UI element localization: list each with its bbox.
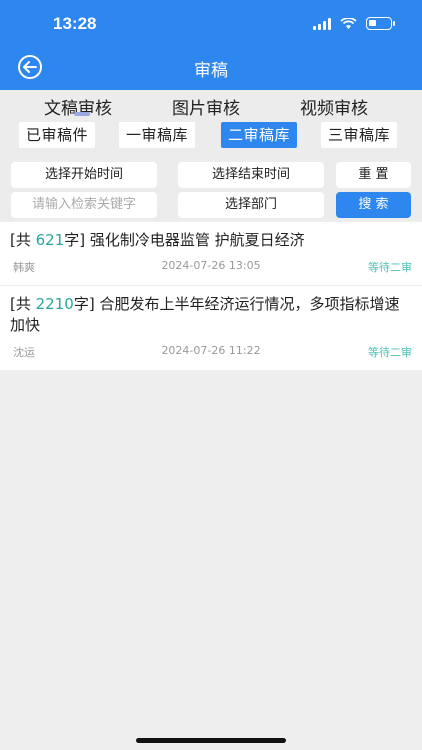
manuscript-list: [共 621字] 强化制冷电器监管 护航夏日经济 韩爽 2024-07-26 1… (0, 222, 422, 371)
status-badge: 等待二审 (368, 346, 412, 359)
tab-indicator (74, 112, 90, 116)
word-count: 2210 (35, 295, 74, 313)
word-count-suffix: 字] (64, 231, 90, 249)
battery-icon (366, 17, 395, 30)
status-time: 13:28 (53, 14, 97, 33)
tab-image-review[interactable]: 图片审核 (172, 94, 240, 119)
tab-video-review[interactable]: 视频审核 (300, 94, 368, 119)
battery-fill (369, 20, 376, 26)
date: 2024-07-26 11:22 (161, 344, 261, 357)
word-count-prefix: [共 (10, 231, 36, 249)
page-title: 审稿 (194, 61, 228, 81)
header: 13:28 审稿 (0, 0, 422, 90)
signal-icon (313, 17, 331, 30)
item-title: [共 621字] 强化制冷电器监管 护航夏日经济 (10, 230, 412, 251)
search-input[interactable]: 请输入检索关键字 (11, 192, 157, 218)
home-indicator (136, 738, 286, 743)
date: 2024-07-26 13:05 (161, 259, 261, 272)
status-badge: 等待二审 (368, 261, 412, 274)
search-button[interactable]: 搜 索 (336, 192, 411, 218)
subtab-reviewed[interactable]: 已审稿件 (19, 122, 96, 148)
subtab-third-review[interactable]: 三审稿库 (321, 122, 398, 148)
list-item[interactable]: [共 2210字] 合肥发布上半年经济运行情况，多项指标增速加快 沈运 2024… (0, 286, 422, 371)
word-count-suffix: 字] (73, 295, 100, 313)
item-title: [共 2210字] 合肥发布上半年经济运行情况，多项指标增速加快 (10, 294, 412, 336)
wifi-icon (340, 17, 357, 29)
word-count: 621 (35, 231, 65, 249)
item-meta: 韩爽 2024-07-26 13:05 等待二审 (10, 259, 412, 279)
end-time-button[interactable]: 选择结束时间 (178, 162, 324, 188)
word-count-prefix: [共 (10, 295, 36, 313)
department-select[interactable]: 选择部门 (178, 192, 324, 218)
status-icons (313, 17, 395, 30)
headline: 强化制冷电器监管 护航夏日经济 (89, 231, 305, 249)
subtab-first-review[interactable]: 一审稿库 (119, 122, 196, 148)
subtab-second-review[interactable]: 二审稿库 (221, 122, 298, 148)
reset-button[interactable]: 重 置 (336, 162, 411, 188)
item-meta: 沈运 2024-07-26 11:22 等待二审 (10, 344, 412, 364)
start-time-button[interactable]: 选择开始时间 (11, 162, 157, 188)
list-item[interactable]: [共 621字] 强化制冷电器监管 护航夏日经济 韩爽 2024-07-26 1… (0, 222, 422, 286)
